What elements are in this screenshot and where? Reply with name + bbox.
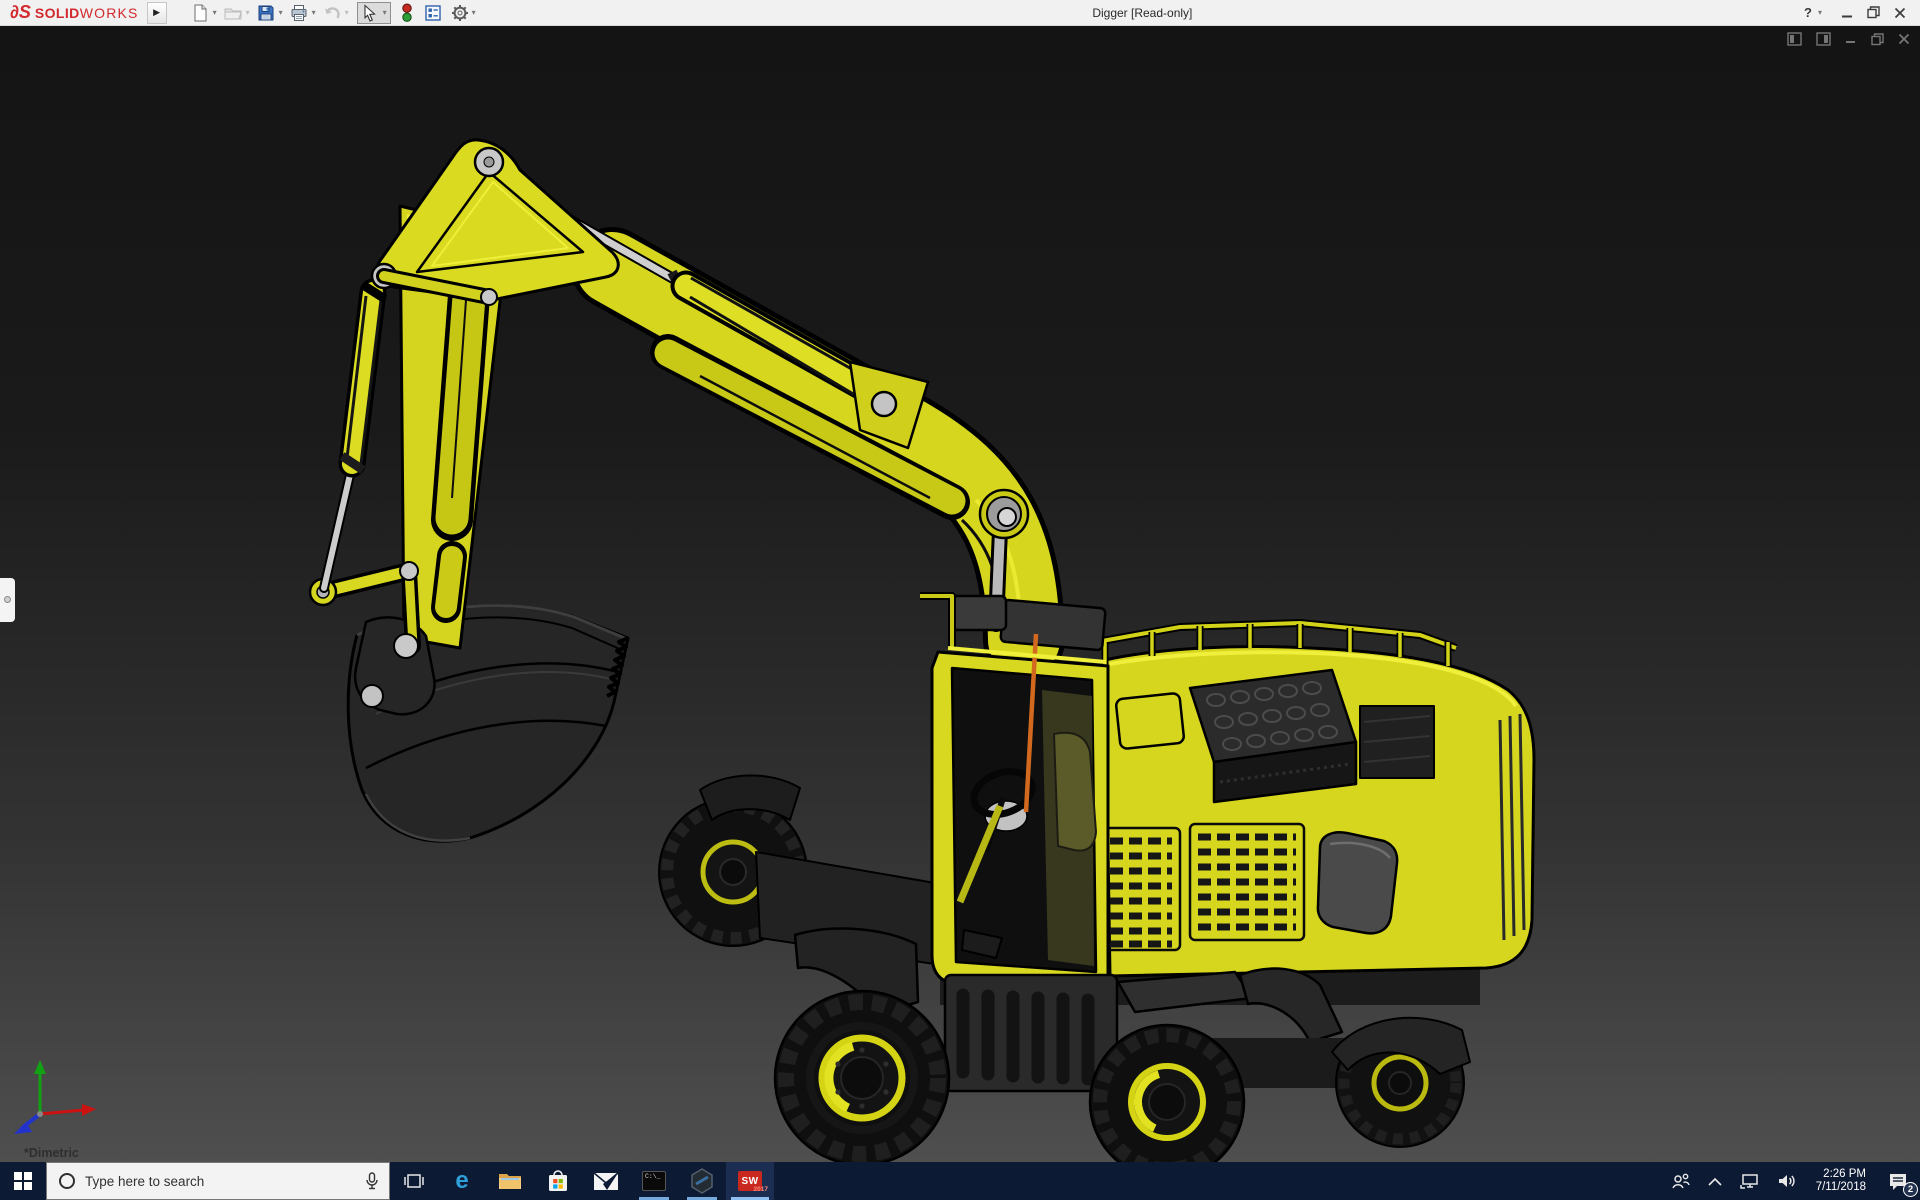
window-title: Digger [Read-only] <box>1092 5 1193 20</box>
search-input[interactable] <box>85 1173 365 1189</box>
close-button[interactable] <box>1894 7 1906 19</box>
new-document-button[interactable] <box>189 1 211 25</box>
properties-button[interactable] <box>422 1 444 25</box>
mirror-frame <box>920 592 956 648</box>
graphics-viewport[interactable]: *Dimetric <box>0 26 1920 1162</box>
action-center-button[interactable]: 2 <box>1876 1162 1920 1200</box>
wheel-front-right <box>1088 1023 1246 1162</box>
seat <box>1053 731 1097 852</box>
orientation-triad <box>14 1060 96 1134</box>
taskbar-store[interactable] <box>534 1162 582 1200</box>
taskbar-edge[interactable]: e <box>438 1162 486 1200</box>
network-icon <box>1739 1173 1758 1189</box>
restore-button[interactable] <box>1867 6 1880 19</box>
speaker-icon <box>1778 1175 1795 1187</box>
taskbar-solidworks[interactable]: SW 2017 <box>726 1162 774 1200</box>
cab-roof-box <box>999 598 1107 652</box>
taskbar-command-prompt[interactable]: C:\_ <box>630 1162 678 1200</box>
cortana-icon <box>59 1173 75 1189</box>
save-button[interactable] <box>255 1 277 25</box>
chevron-up-icon <box>1708 1177 1722 1186</box>
task-view-button[interactable] <box>390 1162 438 1200</box>
print-caret[interactable]: ▾ <box>312 8 316 17</box>
view-orientation-label: *Dimetric <box>24 1146 79 1160</box>
taskbar-search[interactable] <box>46 1162 390 1200</box>
clock-time: 2:26 PM <box>1823 1168 1866 1180</box>
tray-overflow-button[interactable] <box>1699 1162 1731 1200</box>
title-bar: ∂S SOLID WORKS ▶ ▾ ▾ ▾ ▾ ▾ ▾ ▾ Digger [R… <box>0 0 1920 26</box>
cab-roof-box-2 <box>950 594 1008 632</box>
solidworks-logo: ∂S SOLID WORKS <box>0 2 139 23</box>
hexagon-app-icon <box>691 1168 713 1194</box>
clock[interactable]: 2:26 PM 7/11/2018 <box>1806 1162 1876 1200</box>
taskbar-edrawings[interactable] <box>678 1162 726 1200</box>
triad-y-axis <box>34 1060 46 1074</box>
gear-icon <box>451 4 468 21</box>
edge-icon: e <box>455 1168 468 1194</box>
open-folder-icon <box>224 8 242 19</box>
ds-logo-icon: ∂S <box>10 2 31 22</box>
open-caret: ▾ <box>245 8 250 17</box>
taskbar-mail[interactable] <box>582 1162 630 1200</box>
brand-works: WORKS <box>79 5 139 21</box>
undo-icon <box>324 6 340 19</box>
boom-arm <box>571 227 1065 681</box>
wheel-front-left <box>773 989 951 1162</box>
taskbar-file-explorer[interactable] <box>486 1162 534 1200</box>
options-button[interactable] <box>450 1 470 25</box>
help-button[interactable]: ? <box>1804 5 1812 20</box>
traffic-light-icon <box>401 3 412 22</box>
cab <box>920 592 1110 994</box>
store-icon <box>549 1170 567 1191</box>
people-icon <box>1672 1173 1690 1188</box>
save-caret[interactable]: ▾ <box>279 8 283 17</box>
window-controls: ? ▾ <box>1804 5 1920 20</box>
mail-icon <box>593 1171 619 1190</box>
windows-taskbar: e C:\_ <box>0 1162 1920 1200</box>
select-tool-button[interactable]: ▾ <box>356 1 391 24</box>
clock-date: 7/11/2018 <box>1815 1181 1866 1193</box>
microphone-icon[interactable] <box>365 1172 379 1190</box>
select-caret[interactable]: ▾ <box>383 8 387 17</box>
rear-window <box>1316 831 1399 935</box>
file-explorer-icon <box>499 1174 521 1189</box>
network-button[interactable] <box>1731 1162 1769 1200</box>
volume-button[interactable] <box>1769 1162 1806 1200</box>
svg-text:e: e <box>455 1168 468 1194</box>
print-icon <box>291 4 307 21</box>
digger-3d-model[interactable] <box>0 26 1920 1162</box>
options-caret[interactable]: ▾ <box>472 8 476 17</box>
new-caret[interactable]: ▾ <box>213 8 217 17</box>
undo-button <box>321 1 343 25</box>
command-prompt-icon: C:\_ <box>642 1171 666 1191</box>
rebuild-traffic-light-button[interactable] <box>400 1 414 25</box>
open-button[interactable] <box>222 1 244 25</box>
solidworks-2017-icon: SW 2017 <box>738 1171 768 1193</box>
windows-logo-icon <box>14 1172 32 1190</box>
notification-badge: 2 <box>1903 1182 1918 1197</box>
people-button[interactable] <box>1662 1162 1699 1200</box>
help-caret[interactable]: ▾ <box>1818 8 1822 17</box>
triad-x-axis <box>82 1104 96 1116</box>
undo-caret: ▾ <box>344 8 349 17</box>
start-button[interactable] <box>0 1162 46 1200</box>
properties-list-icon <box>424 4 441 21</box>
print-button[interactable] <box>288 1 310 25</box>
main-toolbar: ▾ ▾ ▾ ▾ ▾ ▾ ▾ <box>189 0 481 26</box>
save-floppy-icon <box>258 5 274 20</box>
dipper-cylinder <box>319 278 388 593</box>
brand-solid: SOLID <box>34 5 80 21</box>
select-arrow-icon <box>364 3 376 22</box>
menu-expand-button[interactable]: ▶ <box>146 1 167 24</box>
task-view-icon <box>404 1174 424 1188</box>
system-tray: 2:26 PM 7/11/2018 2 <box>1662 1162 1920 1200</box>
minimize-button[interactable] <box>1841 7 1853 19</box>
new-document-icon <box>194 4 207 21</box>
taskbar-spacer <box>774 1162 1662 1200</box>
